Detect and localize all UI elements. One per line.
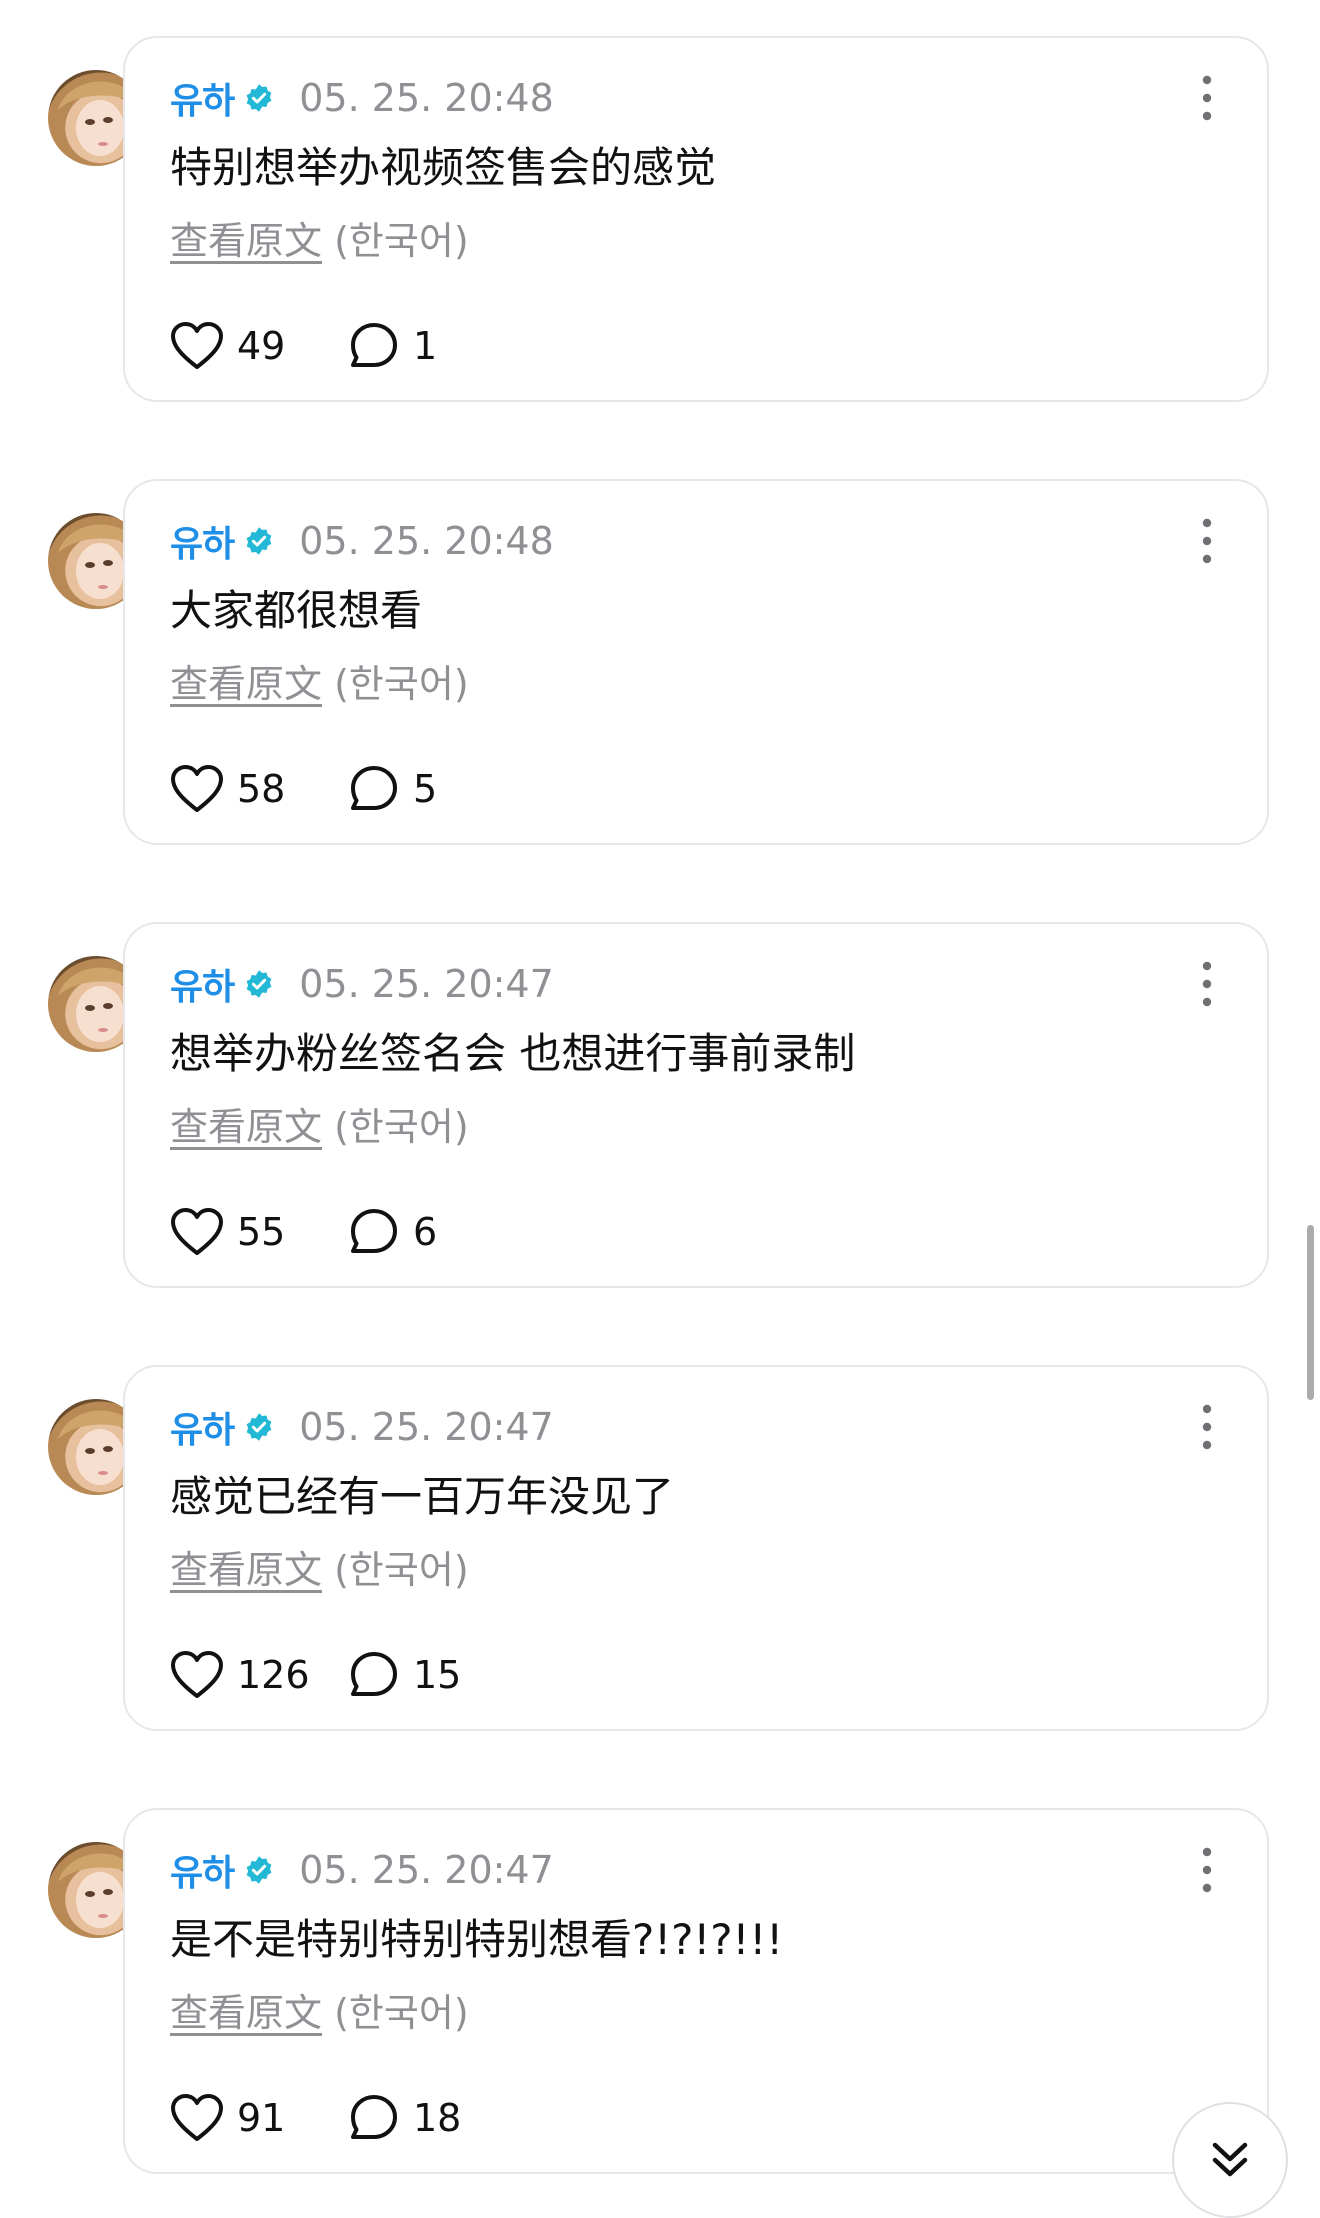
translation-toggle: 查看原文 (한국어) (170, 1545, 469, 1595)
heart-icon (171, 1651, 223, 1698)
more-vertical-icon[interactable] (1197, 1401, 1217, 1453)
like-count: 91 (237, 2096, 286, 2140)
post-actions: 126 15 (170, 1645, 461, 1705)
post-card[interactable]: 유하 05. 25. 20:48 特别想举办视频签售会的感觉 查看原文 (한국어… (123, 36, 1269, 402)
post-feed: 유하 05. 25. 20:48 特别想举办视频签售会的感觉 查看原文 (한국어… (0, 0, 1320, 2216)
double-chevron-down-icon (1212, 2142, 1248, 2177)
comment-button[interactable]: 18 (348, 2093, 461, 2143)
heart-icon (171, 2094, 223, 2141)
post-timestamp: 05. 25. 20:48 (299, 519, 554, 563)
post-actions: 55 6 (170, 1202, 437, 1262)
author-name[interactable]: 유하 (170, 1844, 235, 1896)
post-item: 유하 05. 25. 20:47 想举办粉丝签名会 也想进行事前录制 查看原文 … (0, 922, 1320, 1292)
original-language-label: (한국어) (334, 219, 469, 263)
post-timestamp: 05. 25. 20:48 (299, 76, 554, 120)
post-actions: 49 1 (170, 316, 437, 376)
original-language-label: (한국어) (334, 1991, 469, 2035)
more-vertical-icon[interactable] (1197, 72, 1217, 124)
like-button[interactable]: 58 (170, 764, 348, 814)
post-meta: 유하 05. 25. 20:47 (170, 1846, 554, 1894)
translation-toggle: 查看原文 (한국어) (170, 1988, 469, 2038)
translation-toggle: 查看原文 (한국어) (170, 659, 469, 709)
comment-count: 15 (413, 1653, 462, 1697)
post-actions: 58 5 (170, 759, 437, 819)
post-item: 유하 05. 25. 20:48 特别想举办视频签售会的感觉 查看原文 (한국어… (0, 36, 1320, 406)
post-item: 유하 05. 25. 20:48 大家都很想看 查看原文 (한국어) 58 5 (0, 479, 1320, 849)
more-vertical-icon[interactable] (1197, 515, 1217, 567)
like-count: 58 (237, 767, 286, 811)
heart-icon (171, 765, 223, 812)
post-timestamp: 05. 25. 20:47 (299, 962, 554, 1006)
verified-badge-icon (246, 84, 272, 112)
like-count: 49 (237, 324, 286, 368)
like-button[interactable]: 91 (170, 2093, 348, 2143)
comment-bubble-icon (351, 2095, 397, 2139)
more-vertical-icon[interactable] (1197, 958, 1217, 1010)
view-original-link[interactable]: 查看原文 (170, 1105, 322, 1149)
verified-badge-icon (246, 970, 272, 998)
comment-button[interactable]: 6 (348, 1207, 437, 1257)
comment-count: 18 (413, 2096, 462, 2140)
post-text: 想举办粉丝签名会 也想进行事前录制 (170, 1029, 856, 1078)
comment-button[interactable]: 15 (348, 1650, 461, 1700)
post-meta: 유하 05. 25. 20:47 (170, 960, 554, 1008)
view-original-link[interactable]: 查看原文 (170, 662, 322, 706)
post-text: 特别想举办视频签售会的感觉 (170, 143, 717, 192)
more-vertical-icon[interactable] (1197, 1844, 1217, 1896)
post-timestamp: 05. 25. 20:47 (299, 1848, 554, 1892)
like-count: 55 (237, 1210, 286, 1254)
verified-badge-icon (246, 1856, 272, 1884)
translation-toggle: 查看原文 (한국어) (170, 216, 469, 266)
like-button[interactable]: 49 (170, 321, 348, 371)
comment-count: 6 (413, 1210, 438, 1254)
verified-badge-icon (246, 527, 272, 555)
scrollbar-thumb[interactable] (1307, 1225, 1314, 1400)
comment-bubble-icon (351, 1209, 397, 1253)
like-button[interactable]: 126 (170, 1650, 348, 1700)
author-name[interactable]: 유하 (170, 1401, 235, 1453)
post-meta: 유하 05. 25. 20:47 (170, 1403, 554, 1451)
post-card[interactable]: 유하 05. 25. 20:47 是不是特别特别特别想看?!?!?!!! 查看原… (123, 1808, 1269, 2174)
post-text: 感觉已经有一百万年没见了 (170, 1472, 675, 1521)
scroll-to-bottom-button[interactable] (1172, 2102, 1288, 2218)
like-count: 126 (237, 1653, 310, 1697)
author-name[interactable]: 유하 (170, 958, 235, 1010)
view-original-link[interactable]: 查看原文 (170, 1548, 322, 1592)
comment-count: 5 (413, 767, 438, 811)
post-actions: 91 18 (170, 2088, 461, 2148)
comment-button[interactable]: 5 (348, 764, 437, 814)
post-card[interactable]: 유하 05. 25. 20:48 大家都很想看 查看原文 (한국어) 58 5 (123, 479, 1269, 845)
comment-bubble-icon (351, 1652, 397, 1696)
post-item: 유하 05. 25. 20:47 是不是特别特别特别想看?!?!?!!! 查看原… (0, 1808, 1320, 2178)
original-language-label: (한국어) (334, 1548, 469, 1592)
post-meta: 유하 05. 25. 20:48 (170, 74, 554, 122)
post-card[interactable]: 유하 05. 25. 20:47 想举办粉丝签名会 也想进行事前录制 查看原文 … (123, 922, 1269, 1288)
author-name[interactable]: 유하 (170, 515, 235, 567)
comment-count: 1 (413, 324, 438, 368)
comment-button[interactable]: 1 (348, 321, 437, 371)
post-card[interactable]: 유하 05. 25. 20:47 感觉已经有一百万年没见了 查看原文 (한국어) (123, 1365, 1269, 1731)
comment-bubble-icon (351, 323, 397, 367)
original-language-label: (한국어) (334, 1105, 469, 1149)
comment-bubble-icon (351, 766, 397, 810)
heart-icon (171, 1208, 223, 1255)
post-timestamp: 05. 25. 20:47 (299, 1405, 554, 1449)
post-text: 是不是特别特别特别想看?!?!?!!! (170, 1915, 784, 1964)
heart-icon (171, 322, 223, 369)
original-language-label: (한국어) (334, 662, 469, 706)
post-text: 大家都很想看 (170, 586, 423, 635)
verified-badge-icon (246, 1413, 272, 1441)
translation-toggle: 查看原文 (한국어) (170, 1102, 469, 1152)
author-name[interactable]: 유하 (170, 72, 235, 124)
post-item: 유하 05. 25. 20:47 感觉已经有一百万年没见了 查看原文 (한국어) (0, 1365, 1320, 1735)
view-original-link[interactable]: 查看原文 (170, 219, 322, 263)
view-original-link[interactable]: 查看原文 (170, 1991, 322, 2035)
post-meta: 유하 05. 25. 20:48 (170, 517, 554, 565)
like-button[interactable]: 55 (170, 1207, 348, 1257)
